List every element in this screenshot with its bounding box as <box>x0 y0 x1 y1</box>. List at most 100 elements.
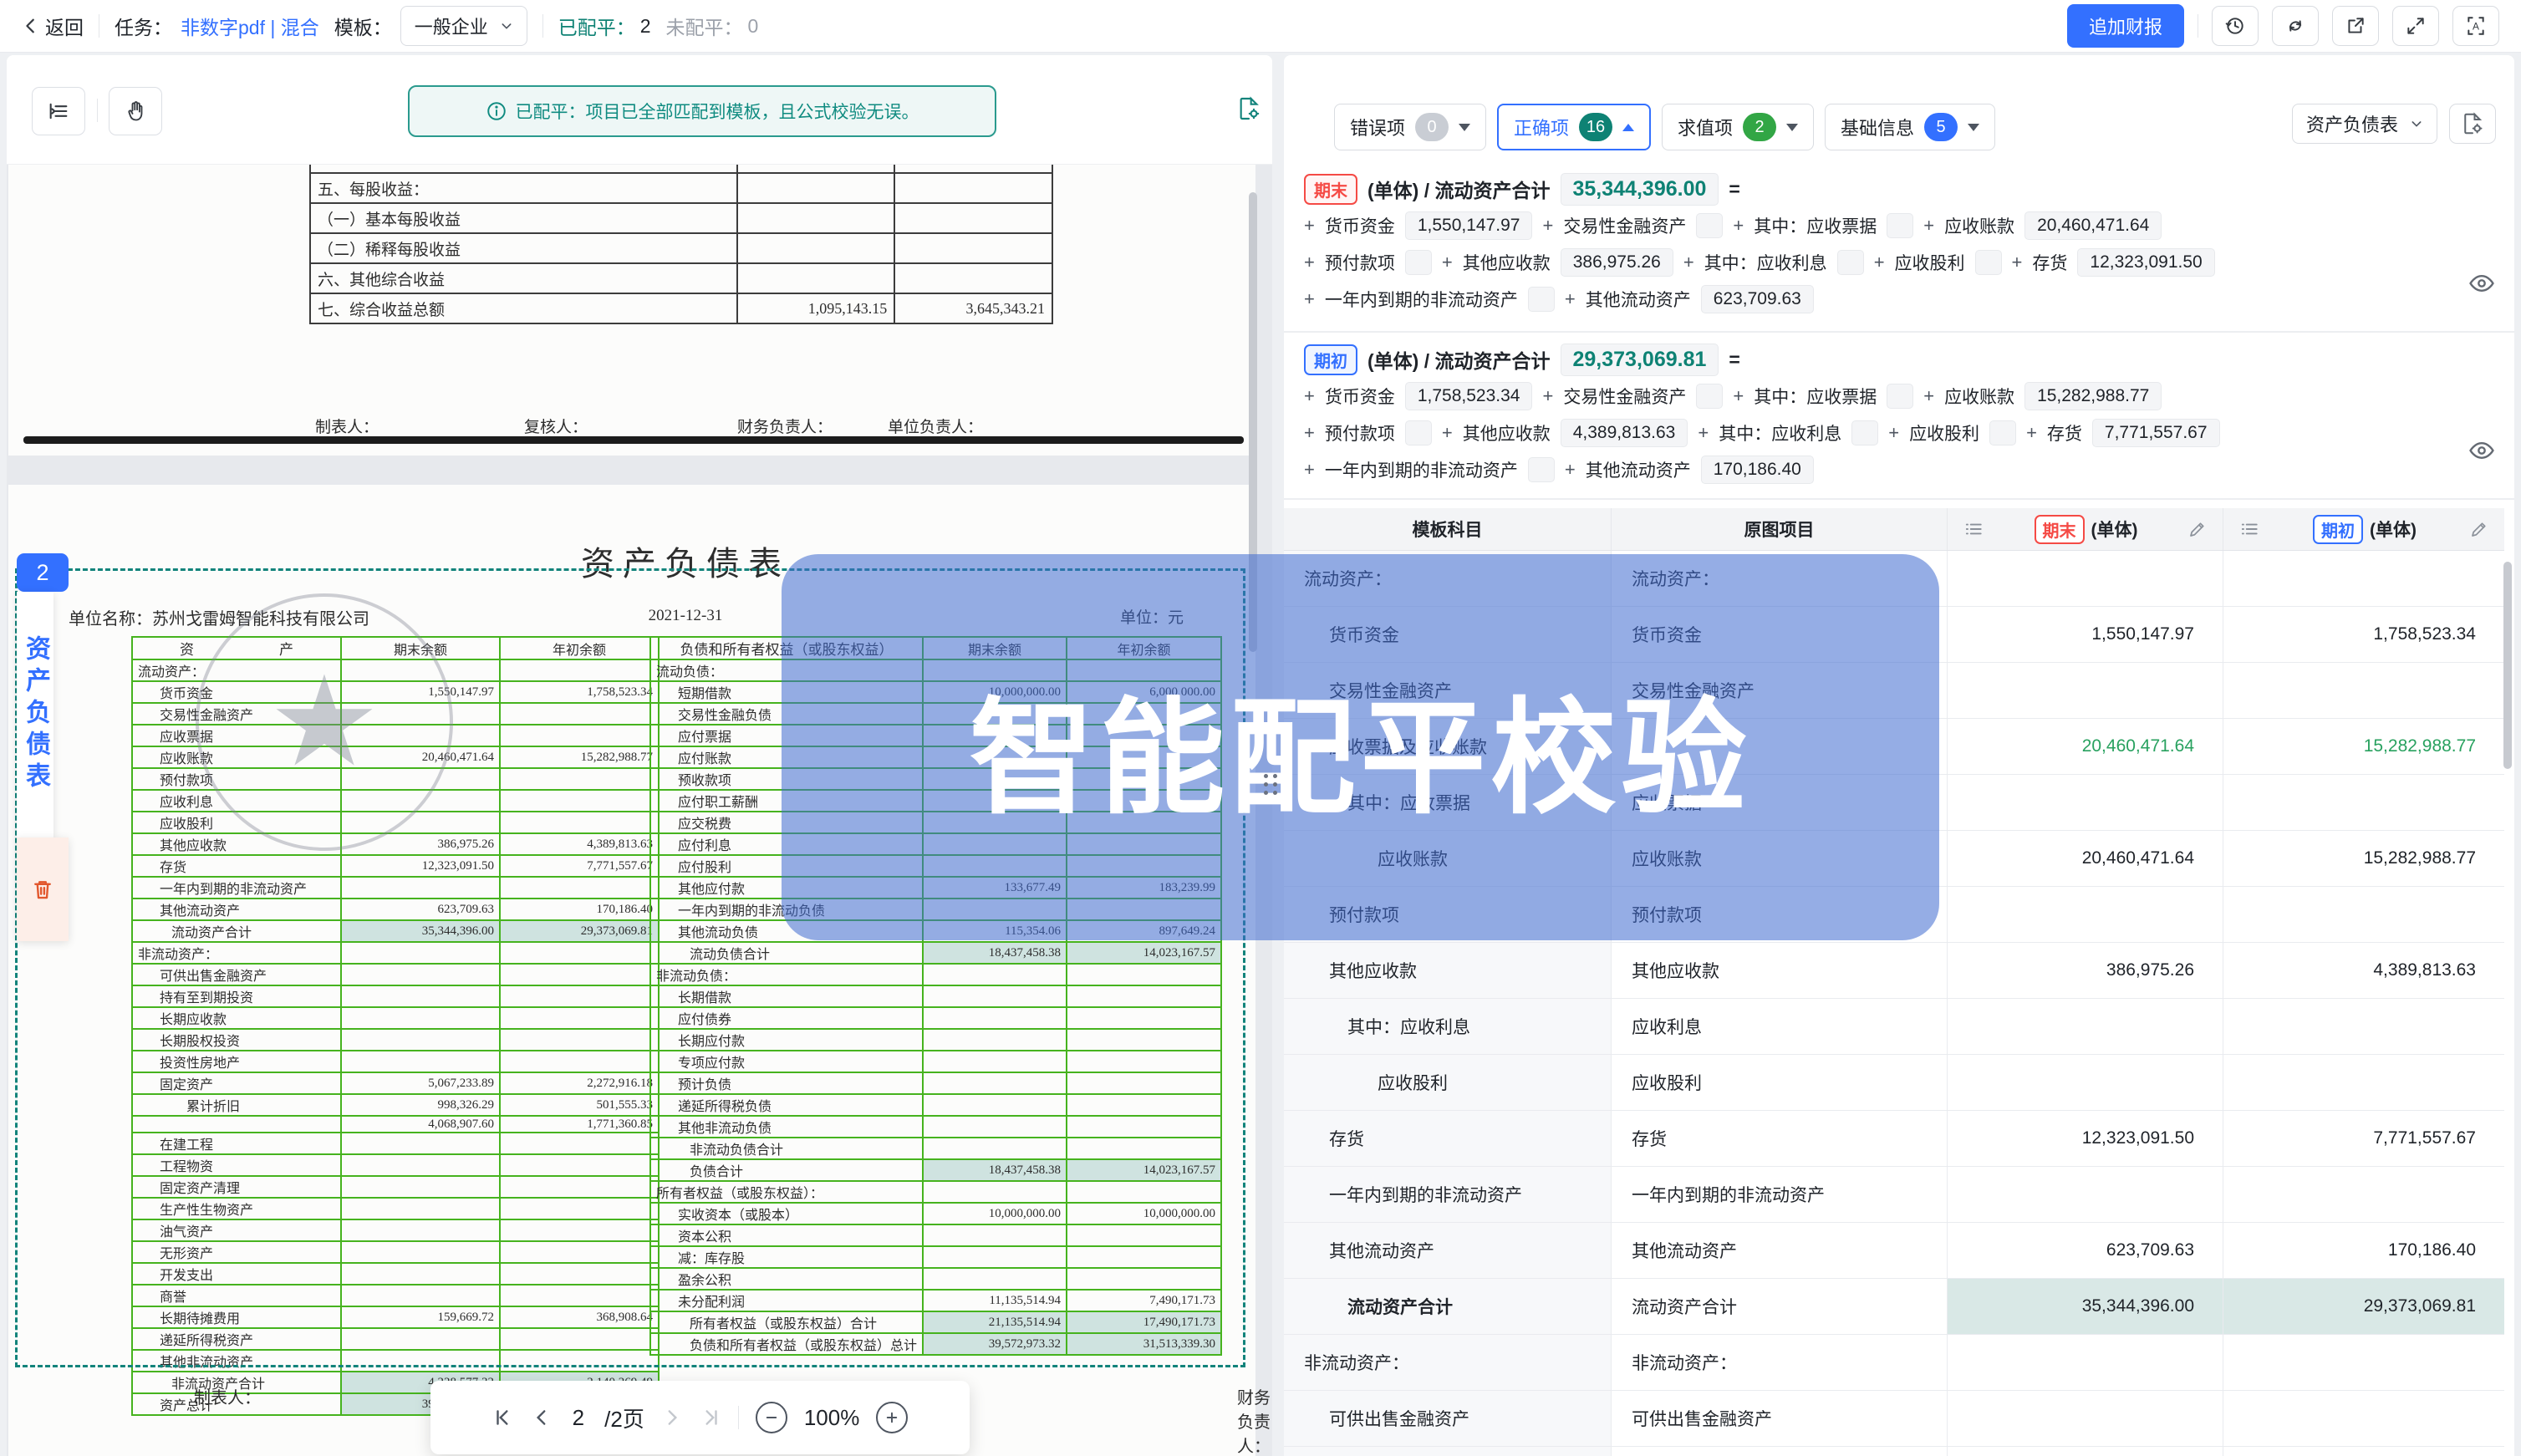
tab-正确项[interactable]: 正确项16 <box>1497 104 1651 150</box>
table-row[interactable]: 货币资金货币资金1,550,147.971,758,523.34 <box>1284 607 2504 663</box>
first-page-button[interactable] <box>492 1407 514 1428</box>
period-end-value-cell[interactable] <box>1948 775 2223 830</box>
task-value[interactable]: 非数字pdf | 混合 <box>181 12 319 40</box>
template-select[interactable]: 一般企业 <box>400 6 527 46</box>
term-value-input[interactable]: 7,771,557.67 <box>2092 419 2220 447</box>
zoom-out-button[interactable] <box>756 1402 787 1433</box>
refresh-button[interactable] <box>2272 6 2319 46</box>
term-value-input[interactable] <box>1887 213 1913 238</box>
formula-total-value[interactable]: 35,344,396.00 <box>1561 173 1719 206</box>
term-value-input[interactable] <box>1405 250 1432 275</box>
term-value-input[interactable] <box>1528 287 1555 312</box>
formula-end-eye-button[interactable] <box>2468 269 2496 298</box>
period-end-value-cell[interactable]: 20,460,471.64 <box>1948 719 2223 774</box>
period-end-value-cell[interactable] <box>1948 663 2223 718</box>
period-begin-value-cell[interactable]: 15,282,988.77 <box>2223 719 2504 774</box>
term-value-input[interactable] <box>1696 384 1723 409</box>
selection-label[interactable]: 资产负债表 <box>17 592 53 837</box>
period-begin-value-cell[interactable] <box>2223 1447 2504 1456</box>
term-value-input[interactable] <box>1989 420 2016 445</box>
pan-button[interactable] <box>109 87 162 135</box>
sheet-gear-button[interactable] <box>2449 104 2496 144</box>
current-page-input[interactable]: 2 <box>573 1405 584 1431</box>
term-value-input[interactable] <box>1696 213 1723 238</box>
document-scrollbar[interactable] <box>1249 192 1257 652</box>
term-value-input[interactable]: 170,186.40 <box>1701 456 1814 484</box>
list-icon[interactable] <box>1963 518 1984 540</box>
term-value-input[interactable]: 1,758,523.34 <box>1405 382 1533 410</box>
period-end-value-cell[interactable] <box>1948 1335 2223 1390</box>
period-begin-value-cell[interactable] <box>2223 1335 2504 1390</box>
period-begin-value-cell[interactable]: 29,373,069.81 <box>2223 1279 2504 1334</box>
panel-resize-handle[interactable] <box>1264 774 1278 795</box>
period-end-value-cell[interactable] <box>1948 1447 2223 1456</box>
export-button[interactable] <box>2332 6 2379 46</box>
term-value-input[interactable]: 15,282,988.77 <box>2024 382 2162 410</box>
term-value-input[interactable]: 623,709.63 <box>1701 285 1814 313</box>
table-row[interactable]: 流动资产合计流动资产合计35,344,396.0029,373,069.81 <box>1284 1279 2504 1335</box>
term-value-input[interactable]: 20,460,471.64 <box>2024 211 2162 240</box>
delete-selection-button[interactable] <box>17 837 69 941</box>
term-value-input[interactable] <box>1837 250 1864 275</box>
history-button[interactable] <box>2212 6 2259 46</box>
table-row[interactable]: 存货存货12,323,091.507,771,557.67 <box>1284 1111 2504 1167</box>
period-begin-value-cell[interactable] <box>2223 663 2504 718</box>
term-value-input[interactable]: 386,975.26 <box>1561 248 1673 277</box>
table-row[interactable]: 其他流动资产其他流动资产623,709.63170,186.40 <box>1284 1223 2504 1279</box>
sheet-select[interactable]: 资产负债表 <box>2292 104 2437 144</box>
back-button[interactable]: 返回 <box>22 12 84 40</box>
tab-求值项[interactable]: 求值项2 <box>1662 104 1814 150</box>
term-value-input[interactable] <box>1887 384 1913 409</box>
term-value-input[interactable]: 12,323,091.50 <box>2077 248 2214 277</box>
period-begin-value-cell[interactable] <box>2223 1391 2504 1446</box>
table-row[interactable]: 可供出售金融资产可供出售金融资产 <box>1284 1391 2504 1447</box>
fullscreen-button[interactable] <box>2392 6 2439 46</box>
period-begin-value-cell[interactable] <box>2223 775 2504 830</box>
last-page-button[interactable] <box>700 1407 721 1428</box>
period-end-value-cell[interactable] <box>1948 999 2223 1054</box>
table-scrollbar[interactable] <box>2503 562 2512 769</box>
period-begin-value-cell[interactable] <box>2223 1055 2504 1110</box>
formula-begin-eye-button[interactable] <box>2468 436 2496 465</box>
list-icon[interactable] <box>2238 518 2260 540</box>
table-row[interactable]: 应收票据及应收账款20,460,471.6415,282,988.77 <box>1284 719 2504 775</box>
period-end-value-cell[interactable] <box>1948 1167 2223 1222</box>
table-row[interactable]: 交易性金融资产交易性金融资产 <box>1284 663 2504 719</box>
doc-gear-button[interactable] <box>1235 95 1262 122</box>
term-value-input[interactable] <box>1851 420 1878 445</box>
tab-错误项[interactable]: 错误项0 <box>1334 104 1486 150</box>
table-row[interactable]: 其中：应收票据应收票据 <box>1284 775 2504 831</box>
table-row[interactable]: 其中：应收利息应收利息 <box>1284 999 2504 1055</box>
period-begin-value-cell[interactable] <box>2223 1167 2504 1222</box>
formula-total-value[interactable]: 29,373,069.81 <box>1561 344 1719 376</box>
table-row[interactable]: 流动资产：流动资产： <box>1284 551 2504 607</box>
period-begin-value-cell[interactable]: 1,758,523.34 <box>2223 607 2504 662</box>
period-begin-value-cell[interactable]: 15,282,988.77 <box>2223 831 2504 886</box>
table-row[interactable]: 应收账款应收账款20,460,471.6415,282,988.77 <box>1284 831 2504 887</box>
period-end-value-cell[interactable]: 623,709.63 <box>1948 1223 2223 1278</box>
period-begin-value-cell[interactable]: 170,186.40 <box>2223 1223 2504 1278</box>
period-end-value-cell[interactable]: 386,975.26 <box>1948 943 2223 998</box>
period-begin-value-cell[interactable] <box>2223 551 2504 606</box>
term-value-input[interactable] <box>1528 457 1555 482</box>
pencil-icon[interactable] <box>2187 519 2208 539</box>
period-end-value-cell[interactable]: 12,323,091.50 <box>1948 1111 2223 1166</box>
prev-page-button[interactable] <box>531 1407 553 1428</box>
document-viewer[interactable]: 五、每股收益：（一）基本每股收益（二）稀释每股收益六、其他综合收益七、综合收益总… <box>7 164 1272 1456</box>
period-end-value-cell[interactable] <box>1948 1055 2223 1110</box>
table-row[interactable]: 其他应收款其他应收款386,975.264,389,813.63 <box>1284 943 2504 999</box>
table-row[interactable]: 一年内到期的非流动资产一年内到期的非流动资产 <box>1284 1167 2504 1223</box>
period-end-value-cell[interactable] <box>1948 887 2223 942</box>
table-row[interactable]: 非流动资产：非流动资产： <box>1284 1335 2504 1391</box>
period-end-value-cell[interactable] <box>1948 1391 2223 1446</box>
period-begin-value-cell[interactable] <box>2223 887 2504 942</box>
term-value-input[interactable] <box>1405 420 1432 445</box>
period-begin-value-cell[interactable] <box>2223 999 2504 1054</box>
add-report-button[interactable]: 追加财报 <box>2067 4 2184 48</box>
pencil-icon[interactable] <box>2469 519 2489 539</box>
outline-button[interactable] <box>32 87 85 135</box>
period-begin-value-cell[interactable]: 4,389,813.63 <box>2223 943 2504 998</box>
next-page-button[interactable] <box>661 1407 683 1428</box>
period-end-value-cell[interactable]: 1,550,147.97 <box>1948 607 2223 662</box>
fit-screen-button[interactable]: A <box>2452 6 2499 46</box>
